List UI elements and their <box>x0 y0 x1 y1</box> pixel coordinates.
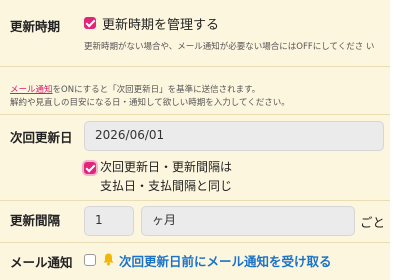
divider <box>0 242 390 243</box>
interval-number-input[interactable]: 1 <box>84 206 134 236</box>
mail-notify-label: メール通知 <box>10 255 73 270</box>
update-period-label: 更新時期 <box>10 19 61 34</box>
bell-icon <box>103 253 114 266</box>
interval-unit-select[interactable]: ヶ月 <box>141 206 355 236</box>
mail-info-line2: 解約や見直しの目安になる日・通知して欲しい時期を入力してください。 <box>10 98 290 108</box>
settings-panel: 更新時期 更新時期を管理する 更新時期がない場合や、メール通知が必要ない場合には… <box>0 0 390 280</box>
same-as-payment-label-line2[interactable]: 支払日・支払間隔と同じ <box>100 177 232 194</box>
next-update-date-input[interactable]: 2026/06/01 <box>84 121 384 151</box>
same-as-payment-checkbox[interactable] <box>84 162 96 174</box>
next-update-label: 次回更新日 <box>10 130 73 145</box>
manage-update-period-label[interactable]: 更新時期を管理する <box>102 14 219 33</box>
same-as-payment-label-line1[interactable]: 次回更新日・更新間隔は <box>100 158 232 175</box>
update-period-hint: 更新時期がない場合や、メール通知が必要ない場合にはOFFにしてくださ い <box>84 42 375 52</box>
interval-label: 更新間隔 <box>10 213 61 228</box>
divider <box>0 66 390 67</box>
divider <box>0 200 390 201</box>
mail-notify-option-label[interactable]: 次回更新日前にメール通知を受け取る <box>119 251 332 270</box>
mail-info-line1: メール通知をONにすると「次回更新日」を基準に送信されます。 <box>10 83 260 95</box>
manage-update-period-checkbox[interactable] <box>84 17 96 29</box>
interval-suffix: ごと <box>360 215 386 230</box>
mail-info-line1-text: をONにすると「次回更新日」を基準に送信されます。 <box>52 85 261 95</box>
divider <box>0 114 390 115</box>
mail-notify-checkbox[interactable] <box>84 254 96 266</box>
mail-notify-link[interactable]: メール通知 <box>10 85 53 95</box>
